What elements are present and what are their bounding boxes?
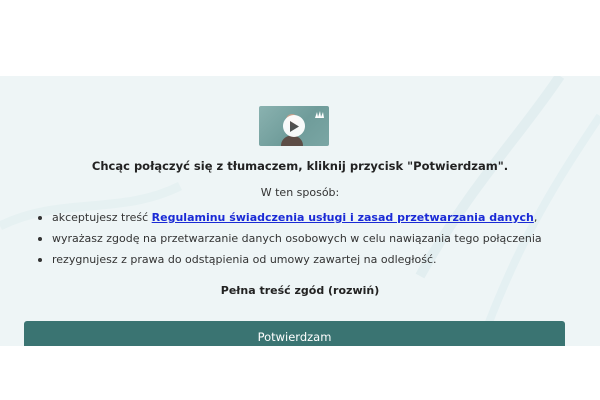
- list-item-text: wyrażasz zgodę na przetwarzanie danych o…: [52, 232, 542, 245]
- sign-language-logo-icon: [315, 111, 324, 118]
- page-title: Chcąc połączyć się z tłumaczem, kliknij …: [91, 159, 509, 173]
- consent-panel: Chcąc połączyć się z tłumaczem, kliknij …: [0, 76, 600, 346]
- intro-text: W ten sposób:: [260, 186, 340, 199]
- terms-link[interactable]: Regulaminu świadczenia usługi i zasad pr…: [152, 211, 534, 224]
- confirm-button[interactable]: Potwierdzam: [24, 321, 565, 346]
- list-item-text: ,: [533, 211, 538, 224]
- list-item-text: akceptujesz treść: [52, 211, 152, 224]
- list-item: wyrażasz zgodę na przetwarzanie danych o…: [38, 228, 542, 249]
- consent-list: akceptujesz treść Regulaminu świadczenia…: [38, 207, 542, 270]
- list-item-text: rezygnujesz z prawa do odstąpienia od um…: [52, 253, 437, 266]
- video-thumbnail[interactable]: [259, 106, 329, 146]
- play-icon[interactable]: [283, 115, 305, 137]
- expand-consents-link[interactable]: Pełna treść zgód (rozwiń): [0, 284, 600, 297]
- list-item: akceptujesz treść Regulaminu świadczenia…: [38, 207, 542, 228]
- list-item: rezygnujesz z prawa do odstąpienia od um…: [38, 249, 542, 270]
